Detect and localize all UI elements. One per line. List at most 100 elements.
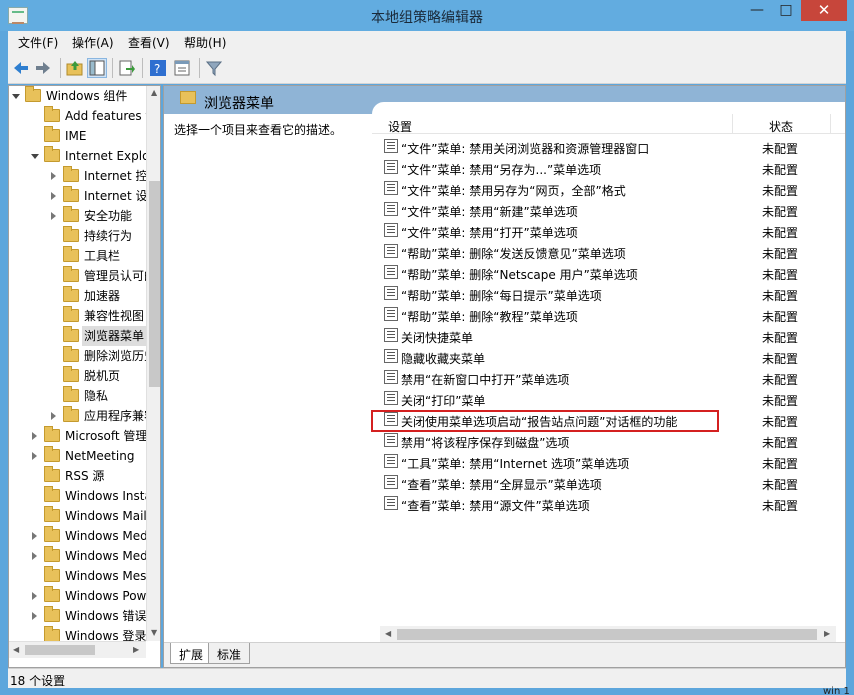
setting-name: “帮助”菜单: 删除“每日提示”菜单选项 <box>401 289 602 303</box>
menu-file[interactable]: 文件(F) <box>18 34 58 51</box>
collapsed-chevron-icon[interactable] <box>51 192 56 200</box>
tree-node-label: 工具栏 <box>84 249 121 263</box>
folder-icon <box>63 306 79 322</box>
help-icon[interactable]: ? <box>149 59 167 77</box>
table-row[interactable]: “查看”菜单: 禁用“全屏显示”菜单选项 未配置 <box>372 472 845 493</box>
show-hide-tree-icon[interactable] <box>87 58 107 78</box>
setting-name: “查看”菜单: 禁用“源文件”菜单选项 <box>401 499 590 513</box>
scroll-up-icon[interactable]: ▲ <box>151 88 157 97</box>
expanded-chevron-icon[interactable] <box>12 94 20 99</box>
table-row[interactable]: “帮助”菜单: 删除“发送反馈意见”菜单选项 未配置 <box>372 241 845 262</box>
table-row[interactable]: “文件”菜单: 禁用关闭浏览器和资源管理器窗口 未配置 <box>372 136 845 157</box>
collapsed-chevron-icon[interactable] <box>32 532 37 540</box>
table-row[interactable]: 禁用“在新窗口中打开”菜单选项 未配置 <box>372 367 845 388</box>
menu-action[interactable]: 操作(A) <box>72 34 114 51</box>
collapsed-chevron-icon[interactable] <box>51 172 56 180</box>
policy-setting-icon <box>384 475 398 489</box>
setting-state: 未配置 <box>762 415 799 429</box>
table-row[interactable]: 关闭“打印”菜单 未配置 <box>372 388 845 409</box>
properties-icon[interactable] <box>173 59 191 77</box>
policy-setting-icon <box>384 328 398 342</box>
scroll-right-icon[interactable]: ▶ <box>824 629 830 638</box>
close-button[interactable]: ✕ <box>801 0 847 21</box>
scroll-left-icon[interactable]: ◀ <box>385 629 391 638</box>
scroll-down-icon[interactable]: ▼ <box>151 628 157 637</box>
toolbar-separator <box>142 58 143 78</box>
tab-standard[interactable]: 标准 <box>208 643 251 664</box>
collapsed-chevron-icon[interactable] <box>32 432 37 440</box>
forward-arrow-icon[interactable] <box>34 59 52 77</box>
policy-setting-icon <box>384 454 398 468</box>
table-row[interactable]: “帮助”菜单: 删除“教程”菜单选项 未配置 <box>372 304 845 325</box>
policy-setting-icon <box>384 307 398 321</box>
folder-icon <box>44 586 60 602</box>
folder-icon <box>63 286 79 302</box>
list-horizontal-scrollbar[interactable]: ◀ ▶ <box>380 626 836 643</box>
column-divider[interactable] <box>732 114 733 134</box>
policy-setting-icon <box>384 412 398 426</box>
setting-name: “帮助”菜单: 删除“教程”菜单选项 <box>401 310 578 324</box>
tree-node-label: 隐私 <box>84 389 109 403</box>
setting-name: 关闭快捷菜单 <box>401 331 474 345</box>
table-row[interactable]: 关闭使用菜单选项启动“报告站点问题”对话框的功能 未配置 <box>372 409 845 430</box>
column-header-state[interactable]: 状态 <box>769 118 793 135</box>
table-row[interactable]: “文件”菜单: 禁用另存为“网页，全部”格式 未配置 <box>372 178 845 199</box>
export-list-icon[interactable] <box>118 59 136 77</box>
table-row[interactable]: “帮助”菜单: 删除“每日提示”菜单选项 未配置 <box>372 283 845 304</box>
folder-icon <box>180 91 196 104</box>
table-row[interactable]: “帮助”菜单: 删除“Netscape 用户”菜单选项 未配置 <box>372 262 845 283</box>
maximize-button[interactable]: □ <box>772 0 800 21</box>
setting-state: 未配置 <box>762 226 799 240</box>
filter-icon[interactable] <box>205 59 223 77</box>
menu-bar: 文件(F) 操作(A) 查看(V) 帮助(H) <box>8 31 846 52</box>
scroll-right-icon[interactable]: ▶ <box>133 645 139 654</box>
table-row[interactable]: “文件”菜单: 禁用“打开”菜单选项 未配置 <box>372 220 845 241</box>
view-tabs: 扩展 标准 <box>164 642 845 667</box>
expanded-chevron-icon[interactable] <box>31 154 39 159</box>
tree-vertical-scrollbar[interactable]: ▲ ▼ <box>146 86 160 641</box>
table-row[interactable]: “文件”菜单: 禁用“另存为...”菜单选项 未配置 <box>372 157 845 178</box>
title-bar[interactable]: 本地组策略编辑器 — □ ✕ <box>0 0 854 31</box>
folder-icon <box>44 566 60 582</box>
folder-icon <box>63 246 79 262</box>
tree-node-label: Add features t <box>65 109 151 123</box>
policy-setting-icon <box>384 433 398 447</box>
table-row[interactable]: 禁用“将该程序保存到磁盘”选项 未配置 <box>372 430 845 451</box>
back-arrow-icon[interactable] <box>12 59 30 77</box>
collapsed-chevron-icon[interactable] <box>32 552 37 560</box>
settings-list[interactable]: 设置 状态 “文件”菜单: 禁用关闭浏览器和资源管理器窗口 未配置 “文件”菜单: … <box>372 102 845 642</box>
minimize-button[interactable]: — <box>743 0 771 21</box>
setting-name: “文件”菜单: 禁用关闭浏览器和资源管理器窗口 <box>401 142 650 156</box>
folder-icon <box>44 446 60 462</box>
menu-view[interactable]: 查看(V) <box>128 34 170 51</box>
collapsed-chevron-icon[interactable] <box>32 592 37 600</box>
folder-icon <box>63 406 79 422</box>
tree-node-label: Windows Med <box>65 549 148 563</box>
table-row[interactable]: 关闭快捷菜单 未配置 <box>372 325 845 346</box>
table-row[interactable]: “查看”菜单: 禁用“源文件”菜单选项 未配置 <box>372 493 845 514</box>
toolbar-separator <box>112 58 113 78</box>
list-hscroll-thumb[interactable] <box>397 629 817 640</box>
collapsed-chevron-icon[interactable] <box>51 212 56 220</box>
menu-help[interactable]: 帮助(H) <box>184 34 226 51</box>
table-row[interactable]: “文件”菜单: 禁用“新建”菜单选项 未配置 <box>372 199 845 220</box>
tab-extended[interactable]: 扩展 <box>170 643 213 664</box>
collapsed-chevron-icon[interactable] <box>32 452 37 460</box>
tree-pane[interactable]: Windows 组件 Add features t IME Internet Expl… <box>8 85 161 668</box>
tree-horizontal-scrollbar[interactable]: ◀ ▶ <box>9 641 146 658</box>
column-header-setting[interactable]: 设置 <box>388 118 412 135</box>
toolbar-separator <box>199 58 200 78</box>
setting-name: “文件”菜单: 禁用另存为“网页，全部”格式 <box>401 184 626 198</box>
background-window-fragment: win 1 <box>823 686 850 695</box>
tree-scroll-thumb[interactable] <box>149 181 160 387</box>
collapsed-chevron-icon[interactable] <box>51 412 56 420</box>
table-row[interactable]: “工具”菜单: 禁用“Internet 选项”菜单选项 未配置 <box>372 451 845 472</box>
setting-name: “文件”菜单: 禁用“新建”菜单选项 <box>401 205 578 219</box>
column-divider[interactable] <box>830 114 831 134</box>
svg-text:?: ? <box>154 62 160 76</box>
collapsed-chevron-icon[interactable] <box>32 612 37 620</box>
tree-hscroll-thumb[interactable] <box>25 645 95 655</box>
table-row[interactable]: 隐藏收藏夹菜单 未配置 <box>372 346 845 367</box>
scroll-left-icon[interactable]: ◀ <box>13 645 19 654</box>
folder-up-icon[interactable] <box>66 59 84 77</box>
